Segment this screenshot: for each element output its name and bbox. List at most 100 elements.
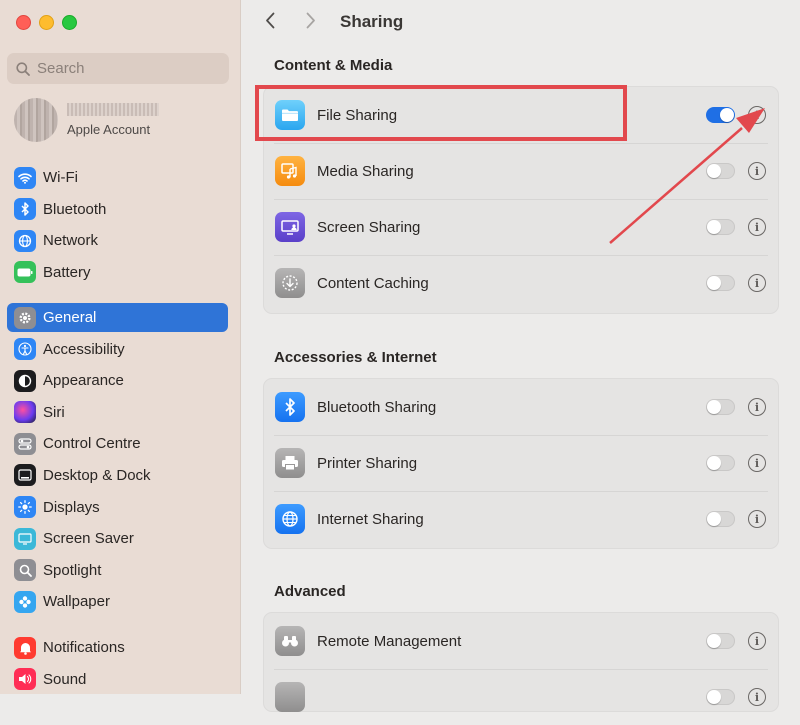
page-title: Sharing: [340, 12, 404, 31]
sidebar-item-spotlight[interactable]: Spotlight: [7, 556, 228, 585]
remote-management-info-button[interactable]: i: [748, 632, 766, 650]
internet-sharing-toggle[interactable]: [706, 511, 735, 527]
appearance-icon: [14, 369, 36, 392]
info-icon: i: [754, 634, 760, 648]
row-label: Bluetooth Sharing: [317, 398, 437, 416]
row-label: Remote Management: [317, 632, 462, 650]
row-printer-sharing: Printer Sharing i: [264, 435, 778, 491]
internet-sharing-info-button[interactable]: i: [748, 510, 766, 528]
sidebar-item-label: Control Centre: [43, 435, 141, 453]
sidebar-item-label: Spotlight: [43, 561, 102, 579]
row-bluetooth-sharing: Bluetooth Sharing i: [264, 379, 778, 435]
globe-icon: [275, 504, 305, 534]
sidebar-item-label: Notifications: [43, 639, 125, 656]
media-icon: [275, 156, 305, 186]
account-label: Apple Account: [67, 122, 151, 137]
file-sharing-info-button[interactable]: i: [748, 106, 766, 124]
sidebar-item-label: Accessibility: [43, 340, 125, 358]
sidebar-item-label: Network: [43, 232, 99, 250]
battery-icon: [14, 261, 36, 284]
sidebar-item-accessibility[interactable]: Accessibility: [7, 335, 228, 364]
sidebar-item-displays[interactable]: Displays: [7, 493, 228, 522]
sidebar-item-general[interactable]: General: [7, 303, 228, 332]
flower-icon: [14, 590, 36, 613]
sun-icon: [14, 496, 36, 519]
sidebar-item-label: Sound: [43, 670, 87, 688]
row-label: Media Sharing: [317, 162, 414, 180]
apple-account[interactable]: Apple Account: [14, 97, 159, 143]
media-sharing-toggle[interactable]: [706, 163, 735, 179]
sidebar-item-bluetooth[interactable]: Bluetooth: [7, 195, 228, 224]
folder-icon: [275, 100, 305, 130]
sidebar: Search Apple Account Wi-Fi Bluetooth Net…: [0, 0, 241, 694]
screen-sharing-icon: [275, 212, 305, 242]
remote-management-toggle[interactable]: [706, 633, 735, 649]
sidebar-item-appearance[interactable]: Appearance: [7, 366, 228, 395]
accessibility-icon: [14, 338, 36, 361]
zoom-window-button[interactable]: [62, 15, 77, 30]
search-icon: [16, 61, 30, 76]
search-field[interactable]: Search: [7, 53, 229, 84]
chevron-right-icon: [306, 12, 315, 29]
row-content-caching: Content Caching i: [264, 255, 778, 311]
printer-sharing-info-button[interactable]: i: [748, 454, 766, 472]
sidebar-item-label: Appearance: [43, 372, 124, 390]
sidebar-item-wifi[interactable]: Wi-Fi: [7, 163, 228, 192]
caching-icon: [275, 268, 305, 298]
row-label: File Sharing: [317, 106, 398, 124]
printer-sharing-toggle[interactable]: [706, 455, 735, 471]
media-sharing-info-button[interactable]: i: [748, 162, 766, 180]
screen-sharing-toggle[interactable]: [706, 219, 735, 235]
gear-icon: [14, 306, 36, 329]
search-placeholder: Search: [37, 60, 85, 77]
bluetooth-icon: [14, 198, 36, 221]
bluetooth-icon: [275, 392, 305, 422]
content-caching-toggle[interactable]: [706, 275, 735, 291]
sidebar-item-label: Siri: [43, 403, 65, 421]
printer-icon: [275, 448, 305, 478]
row-media-sharing: Media Sharing i: [264, 143, 778, 199]
info-icon: i: [754, 400, 760, 414]
wifi-icon: [14, 166, 36, 189]
toolbar: Sharing: [241, 0, 800, 44]
sidebar-item-siri[interactable]: Siri: [7, 398, 228, 427]
sidebar-item-sound[interactable]: Sound: [7, 665, 228, 694]
forward-button[interactable]: [306, 12, 316, 35]
binoculars-icon: [275, 626, 305, 656]
row-internet-sharing: Internet Sharing i: [264, 491, 778, 547]
sidebar-item-label: Wi-Fi: [43, 169, 78, 186]
content-caching-info-button[interactable]: i: [748, 274, 766, 292]
info-icon: i: [754, 220, 760, 234]
sidebar-item-notifications[interactable]: Notifications: [7, 633, 228, 662]
sidebar-item-label: Screen Saver: [43, 530, 134, 548]
file-sharing-toggle[interactable]: [706, 107, 735, 123]
row-label: Printer Sharing: [317, 454, 418, 472]
sidebar-nav-group-3: Notifications Sound: [7, 633, 228, 696]
remote-login-icon: [275, 682, 305, 712]
sidebar-item-network[interactable]: Network: [7, 226, 228, 255]
partial-row-info-button[interactable]: i: [748, 688, 766, 706]
info-icon: i: [754, 690, 760, 704]
sidebar-item-label: Battery: [43, 263, 91, 281]
row-partially-visible: i: [264, 669, 778, 725]
partial-row-toggle[interactable]: [706, 689, 735, 705]
info-icon: i: [754, 164, 760, 178]
close-window-button[interactable]: [16, 15, 31, 30]
info-icon: i: [754, 512, 760, 526]
screen-sharing-info-button[interactable]: i: [748, 218, 766, 236]
sidebar-item-label: General: [43, 309, 97, 326]
sidebar-item-wallpaper[interactable]: Wallpaper: [7, 587, 228, 616]
minimize-window-button[interactable]: [39, 15, 54, 30]
row-file-sharing: File Sharing i: [264, 87, 778, 143]
sidebar-item-desktop-dock[interactable]: Desktop & Dock: [7, 461, 228, 490]
bluetooth-sharing-info-button[interactable]: i: [748, 398, 766, 416]
sidebar-item-battery[interactable]: Battery: [7, 258, 228, 287]
section-title-accessories-internet: Accessories & Internet: [274, 349, 437, 366]
back-button[interactable]: [265, 12, 275, 35]
bell-icon: [14, 636, 36, 659]
settings-group-advanced: Remote Management i i: [263, 612, 779, 712]
bluetooth-sharing-toggle[interactable]: [706, 399, 735, 415]
sidebar-item-screen-saver[interactable]: Screen Saver: [7, 524, 228, 553]
chevron-left-icon: [266, 12, 275, 29]
sidebar-item-control-centre[interactable]: Control Centre: [7, 429, 228, 458]
